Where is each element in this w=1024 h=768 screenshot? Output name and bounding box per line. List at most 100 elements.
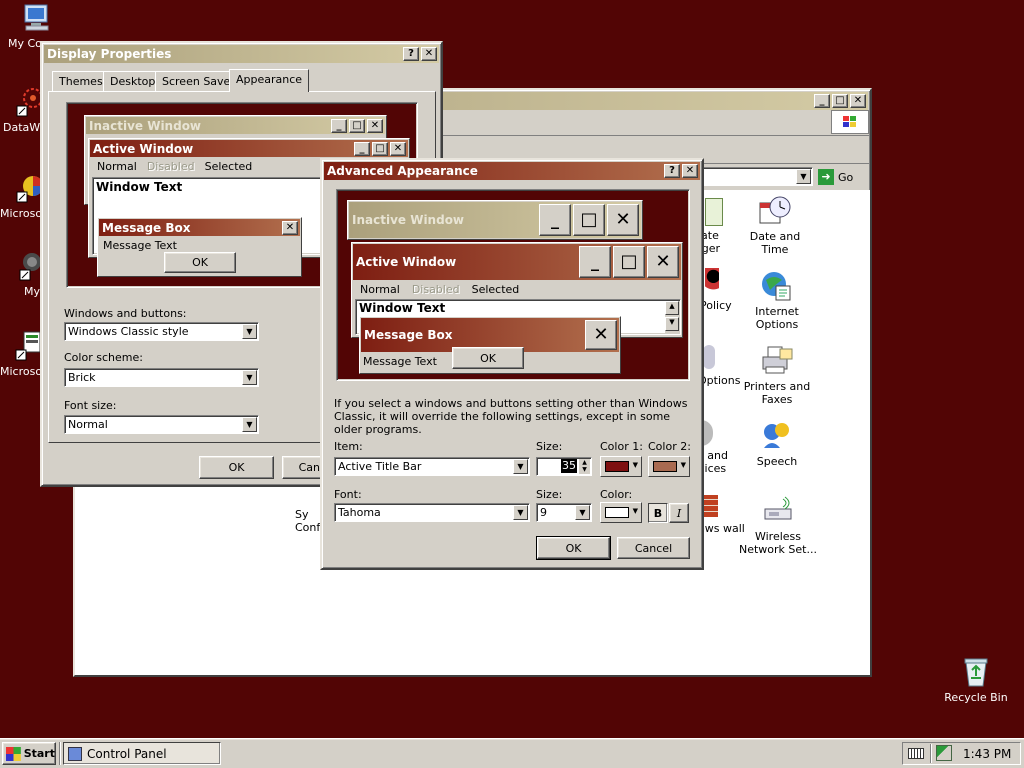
font-color-swatch <box>605 507 629 518</box>
firewall-icon <box>702 495 718 517</box>
maximize-button[interactable]: □ <box>832 94 848 108</box>
close-button[interactable]: ✕ <box>421 47 437 61</box>
window-title: Display Properties <box>47 47 172 61</box>
chevron-down-icon: ▼ <box>513 459 528 474</box>
info-text: If you select a windows and buttons sett… <box>334 397 688 436</box>
spinner-arrows[interactable]: ▲ ▼ <box>579 459 590 474</box>
desktop-icon-label: Microso Basic <box>0 365 75 378</box>
chevron-down-icon: ▼ <box>632 461 638 469</box>
font-size-select[interactable]: 9 ▼ <box>536 503 592 522</box>
desktop-icon-label: Microso C++ <box>0 207 72 220</box>
chevron-down-icon: ▼ <box>242 417 257 432</box>
font-select[interactable]: Tahoma ▼ <box>334 503 530 522</box>
windows-logo-icon <box>6 746 21 761</box>
color1-swatch <box>605 461 629 472</box>
cp-item-date-time[interactable]: Date and Time <box>735 195 815 256</box>
font-color-button[interactable]: ▼ <box>600 502 642 523</box>
preview-message-box: Message Box ✕ Message Text OK <box>97 217 302 277</box>
close-button[interactable]: ✕ <box>682 164 698 178</box>
keyboard-icon[interactable] <box>908 748 924 759</box>
go-arrow-icon: ➜ <box>818 169 834 185</box>
computer-icon <box>21 2 53 34</box>
font-size-label: Size: <box>536 488 563 501</box>
globe-icon <box>762 272 791 301</box>
recycle-bin-icon <box>960 656 992 688</box>
speech-icon <box>764 423 789 448</box>
taskbar-separator <box>59 742 61 765</box>
clock[interactable]: 1:43 PM <box>963 747 1011 761</box>
adv-preview-ok-button: OK <box>452 347 524 369</box>
window-title: Advanced Appearance <box>327 164 478 178</box>
color2-swatch <box>653 461 677 472</box>
control-panel-icon <box>68 746 82 761</box>
font-size-select[interactable]: Normal ▼ <box>64 415 259 434</box>
desktop-icon-vb[interactable]: Microso Basic <box>0 330 75 378</box>
color2-button[interactable]: ▼ <box>648 456 690 477</box>
help-button[interactable]: ? <box>664 164 680 178</box>
mouse-icon <box>703 345 715 369</box>
display-properties-titlebar[interactable]: Display Properties ? ✕ <box>44 45 439 63</box>
cancel-button[interactable]: Can <box>282 456 322 479</box>
cp-item-wireless[interactable]: Wireless Network Set... <box>735 495 821 556</box>
font-label: Font: <box>334 488 362 501</box>
cp-item-speech[interactable]: Speech <box>737 420 817 468</box>
desktop-icon-recycle-bin[interactable]: Recycle Bin <box>940 656 1012 704</box>
system-tray: 1:43 PM <box>902 742 1021 765</box>
network-tray-icon[interactable] <box>936 745 952 761</box>
italic-button[interactable]: I <box>669 503 689 523</box>
desktop-icon-my-computer[interactable]: My Co <box>3 2 49 50</box>
desktop-icon-dataw[interactable]: DataW <box>3 86 43 134</box>
go-button[interactable]: ➜ Go <box>818 168 864 186</box>
tab-desktop[interactable]: Desktop <box>103 71 163 91</box>
desktop-icon-label: DataW <box>3 121 41 134</box>
chevron-down-icon: ▼ <box>796 169 811 184</box>
chevron-down-icon: ▼ <box>575 505 590 520</box>
chevron-down-icon: ▼ <box>242 324 257 339</box>
close-button[interactable]: ✕ <box>850 94 866 108</box>
item-select[interactable]: Active Title Bar ▼ <box>334 457 530 476</box>
cancel-button[interactable]: Cancel <box>617 537 690 559</box>
advanced-appearance-titlebar[interactable]: Advanced Appearance ? ✕ <box>324 162 700 180</box>
color1-button[interactable]: ▼ <box>600 456 642 477</box>
chevron-down-icon: ▼ <box>513 505 528 520</box>
adv-preview-message-box: Message Box ✕ Message Text OK <box>359 316 621 374</box>
taskbar: Start Control Panel 1:43 PM <box>0 738 1024 768</box>
desktop-icon-label: Recycle Bin <box>944 691 1008 704</box>
color2-label: Color 2: <box>648 440 691 453</box>
taskbar-button-control-panel[interactable]: Control Panel <box>63 742 221 765</box>
ok-button[interactable]: OK <box>199 456 274 479</box>
desktop-icon-my[interactable]: My <box>10 250 42 298</box>
minimize-button[interactable]: _ <box>814 94 830 108</box>
tab-appearance[interactable]: Appearance <box>229 69 310 92</box>
people-icon <box>705 268 719 296</box>
windows-buttons-label: Windows and buttons: <box>64 307 187 320</box>
cp-item-internet-options[interactable]: Internet Options <box>737 270 817 331</box>
font-size-label: Font size: <box>64 399 117 412</box>
advanced-preview-area[interactable]: Inactive Window _ □ ✕ Active Window _ □ … <box>336 189 690 381</box>
desktop-icon-msvc[interactable]: Microso C++ <box>0 172 72 220</box>
wireless-icon <box>764 496 792 520</box>
size-label: Size: <box>536 440 563 453</box>
help-button[interactable]: ? <box>403 47 419 61</box>
address-combo[interactable]: ▼ <box>695 167 813 186</box>
size-spinner[interactable]: 35 ▲ ▼ <box>536 457 592 476</box>
chevron-down-icon: ▼ <box>632 507 638 515</box>
start-button[interactable]: Start <box>2 742 56 765</box>
tray-separator <box>930 744 932 763</box>
cp-item-printers[interactable]: Printers and Faxes <box>737 345 817 406</box>
color-scheme-select[interactable]: Brick ▼ <box>64 368 259 387</box>
windows-logo-icon <box>831 110 869 134</box>
color-scheme-label: Color scheme: <box>64 351 143 364</box>
tab-themes[interactable]: Themes <box>52 71 110 91</box>
adv-preview-inactive-window: Inactive Window _ □ ✕ <box>347 200 643 240</box>
admin-tools-icon <box>705 198 723 226</box>
chevron-down-icon: ▼ <box>680 461 686 469</box>
ok-button[interactable]: OK <box>536 536 611 560</box>
color1-label: Color 1: <box>600 440 643 453</box>
bold-button[interactable]: B <box>648 503 668 523</box>
windows-buttons-select[interactable]: Windows Classic style ▼ <box>64 322 259 341</box>
font-color-label: Color: <box>600 488 633 501</box>
desktop-icon-label: My Co <box>8 37 42 50</box>
item-label: Item: <box>334 440 363 453</box>
calendar-clock-icon <box>759 196 791 224</box>
